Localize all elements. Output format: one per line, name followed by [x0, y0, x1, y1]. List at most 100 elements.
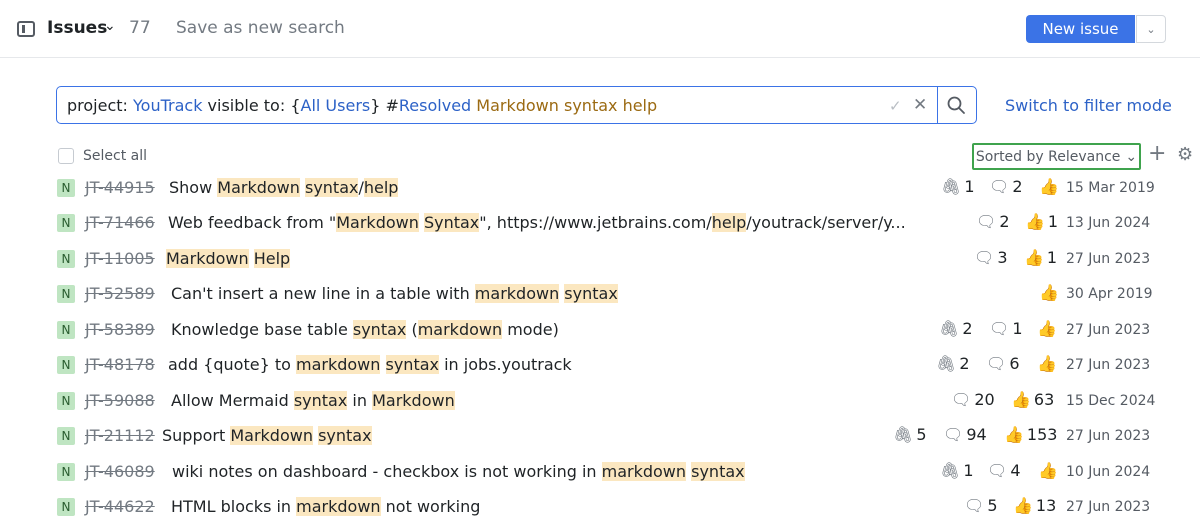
- search-highlight: markdown: [296, 355, 381, 374]
- comments-count[interactable]: 🗨 6: [986, 354, 1020, 373]
- comment-icon: 🗨: [989, 177, 1010, 196]
- comments-value: 2: [1012, 177, 1023, 196]
- votes-count[interactable]: 👍 1: [1025, 212, 1058, 231]
- attachments-value: 1: [964, 177, 975, 196]
- thumbs-up-icon: 👍: [1013, 496, 1033, 515]
- issue-id-link[interactable]: JT-21112: [85, 426, 155, 445]
- comments-count[interactable]: 🗨 3: [974, 248, 1008, 267]
- query-part: project:: [67, 96, 134, 115]
- issue-summary-link[interactable]: Allow Mermaid syntax in Markdown: [171, 391, 455, 410]
- summary-text: ", https://www.jetbrains.com/: [479, 213, 712, 232]
- query-part: All Users: [300, 96, 371, 115]
- comments-count[interactable]: 🗨 1: [989, 319, 1023, 338]
- issue-id-link[interactable]: JT-59088: [85, 391, 155, 410]
- issue-summary-link[interactable]: Knowledge base table syntax (markdown mo…: [171, 320, 559, 339]
- issue-id-link[interactable]: JT-71466: [85, 213, 155, 232]
- issue-row[interactable]: N JT-44622 HTML blocks in markdown not wor…: [0, 490, 1200, 525]
- issue-row[interactable]: N JT-46089 wiki notes on dashboard - check…: [0, 455, 1200, 490]
- issue-id-link[interactable]: JT-44915: [85, 178, 155, 197]
- comments-count[interactable]: 🗨 94: [943, 425, 987, 444]
- votes-value: 153: [1026, 425, 1058, 444]
- paperclip-icon: 🖇: [936, 354, 957, 373]
- comments-count[interactable]: 🗨 2: [976, 212, 1010, 231]
- issue-summary-link[interactable]: add {quote} to markdown syntax in jobs.y…: [168, 355, 572, 374]
- issue-summary-link[interactable]: Markdown Help: [166, 249, 291, 268]
- new-issue-button[interactable]: New issue: [1026, 15, 1135, 43]
- sort-dropdown[interactable]: Sorted by Relevance ⌄: [972, 143, 1141, 170]
- issue-id-link[interactable]: JT-46089: [85, 462, 155, 481]
- votes-count[interactable]: 👍: [1037, 354, 1060, 373]
- summary-text: in: [347, 391, 373, 410]
- issue-state-badge: N: [57, 250, 75, 268]
- issue-row[interactable]: N JT-21112 Support Markdown syntax 🖇 5 🗨 94 👍 15…: [0, 419, 1200, 454]
- votes-count[interactable]: 👍: [1037, 319, 1060, 338]
- new-issue-dropdown-button[interactable]: ⌄: [1136, 15, 1166, 43]
- issue-summary-link[interactable]: Show Markdown syntax/help: [169, 178, 399, 197]
- chevron-down-icon: ⌄: [1125, 148, 1138, 165]
- votes-count[interactable]: 👍: [1039, 177, 1062, 196]
- thumbs-up-icon: 👍: [1025, 212, 1045, 231]
- votes-value: 63: [1033, 390, 1055, 409]
- issue-state-badge: N: [57, 392, 75, 410]
- comment-icon: 🗨: [976, 212, 997, 231]
- search-input[interactable]: project: YouTrack visible to: {All Users…: [56, 86, 977, 124]
- comments-count[interactable]: 🗨 2: [989, 177, 1023, 196]
- comment-icon: 🗨: [989, 319, 1010, 338]
- votes-count[interactable]: 👍 63: [1011, 390, 1054, 409]
- issue-row[interactable]: N JT-58389 Knowledge base table syntax (ma…: [0, 313, 1200, 348]
- paperclip-icon: 🖇: [941, 177, 962, 196]
- comments-count[interactable]: 🗨 4: [987, 461, 1021, 480]
- add-icon[interactable]: +: [1148, 143, 1166, 165]
- thumbs-up-icon: 👍: [1037, 354, 1057, 373]
- issue-summary-link[interactable]: Web feedback from "Markdown Syntax", htt…: [168, 213, 906, 232]
- votes-count[interactable]: 👍 13: [1013, 496, 1056, 515]
- gear-icon[interactable]: ⚙: [1177, 145, 1193, 165]
- comments-count[interactable]: 🗨 5: [964, 496, 998, 515]
- select-all-checkbox[interactable]: [58, 148, 74, 164]
- attachments-value: 2: [962, 319, 973, 338]
- search-highlight: help: [363, 178, 399, 197]
- issue-summary-link[interactable]: wiki notes on dashboard - checkbox is no…: [172, 462, 745, 481]
- votes-count[interactable]: 👍 1: [1024, 248, 1057, 267]
- issue-id-link[interactable]: JT-58389: [85, 320, 155, 339]
- issue-summary-link[interactable]: Support Markdown syntax: [162, 426, 372, 445]
- issue-id-link[interactable]: JT-44622: [85, 497, 155, 516]
- votes-count[interactable]: 👍 153: [1004, 425, 1057, 444]
- summary-text: mode): [502, 320, 559, 339]
- summary-text: in jobs.youtrack: [439, 355, 572, 374]
- issue-state-badge: N: [57, 463, 75, 481]
- comments-value: 6: [1009, 354, 1020, 373]
- search-highlight: markdown: [296, 497, 381, 516]
- issue-row[interactable]: N JT-48178 add {quote} to markdown syntax …: [0, 348, 1200, 383]
- search-highlight: markdown: [417, 320, 503, 339]
- attachments-count: 🖇 2: [939, 319, 973, 338]
- issue-id-link[interactable]: JT-11005: [85, 249, 155, 268]
- switch-to-filter-mode-link[interactable]: Switch to filter mode: [1005, 96, 1172, 115]
- issue-summary-link[interactable]: Can't insert a new line in a table with …: [171, 284, 618, 303]
- comments-count[interactable]: 🗨 20: [951, 390, 995, 409]
- save-as-new-search-button[interactable]: Save as new search: [176, 18, 345, 38]
- issue-row[interactable]: N JT-59088 Allow Mermaid syntax in Markdow…: [0, 384, 1200, 419]
- clear-icon[interactable]: ✕: [913, 95, 927, 115]
- search-query[interactable]: project: YouTrack visible to: {All Users…: [67, 96, 657, 115]
- select-all-label[interactable]: Select all: [83, 148, 147, 164]
- search-icon[interactable]: [946, 95, 966, 115]
- thumbs-up-icon: 👍: [1037, 319, 1057, 338]
- votes-count[interactable]: 👍: [1038, 461, 1061, 480]
- page-title[interactable]: Issues: [47, 18, 107, 38]
- issue-id-link[interactable]: JT-52589: [85, 284, 155, 303]
- sidebar-toggle-icon[interactable]: [17, 21, 35, 37]
- search-highlight: syntax: [318, 426, 372, 445]
- issue-row[interactable]: N JT-52589 Can't insert a new line in a ta…: [0, 277, 1200, 312]
- attachments-count: 🖇 1: [941, 177, 975, 196]
- issue-id-link[interactable]: JT-48178: [85, 355, 155, 374]
- query-part: } #: [370, 96, 399, 115]
- chevron-down-icon[interactable]: ⌄: [104, 18, 116, 34]
- summary-text: wiki notes on dashboard - checkbox is no…: [172, 462, 602, 481]
- issue-row[interactable]: N JT-71466 Web feedback from "Markdown Syn…: [0, 206, 1200, 241]
- issue-row[interactable]: N JT-11005 Markdown Help 🗨 3 👍 1 27 Jun 2023: [0, 242, 1200, 277]
- issue-summary-link[interactable]: HTML blocks in markdown not working: [171, 497, 480, 516]
- issue-row[interactable]: N JT-44915 Show Markdown syntax/help 🖇 1 🗨 2 👍 1…: [0, 171, 1200, 206]
- votes-count[interactable]: 👍: [1039, 283, 1062, 302]
- syntax-check-icon[interactable]: ✓: [889, 97, 902, 115]
